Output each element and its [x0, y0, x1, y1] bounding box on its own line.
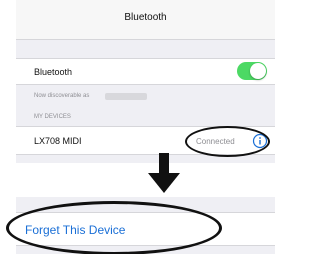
bluetooth-toggle-row[interactable]: Bluetooth — [16, 58, 275, 85]
device-name: LX708 MIDI — [34, 136, 82, 146]
bluetooth-toggle-label: Bluetooth — [34, 67, 73, 77]
redacted-device-name — [105, 93, 147, 100]
bluetooth-switch[interactable] — [237, 62, 267, 80]
navigation-bar: Bluetooth — [16, 0, 275, 40]
forget-highlight-ellipse — [6, 201, 222, 254]
my-devices-header: MY DEVICES — [34, 114, 71, 120]
discoverable-text: Now discoverable as — [34, 93, 90, 99]
switch-knob — [250, 63, 266, 79]
page-title: Bluetooth — [124, 12, 167, 23]
connected-highlight-ellipse — [185, 126, 270, 157]
down-arrow-icon — [148, 153, 180, 193]
